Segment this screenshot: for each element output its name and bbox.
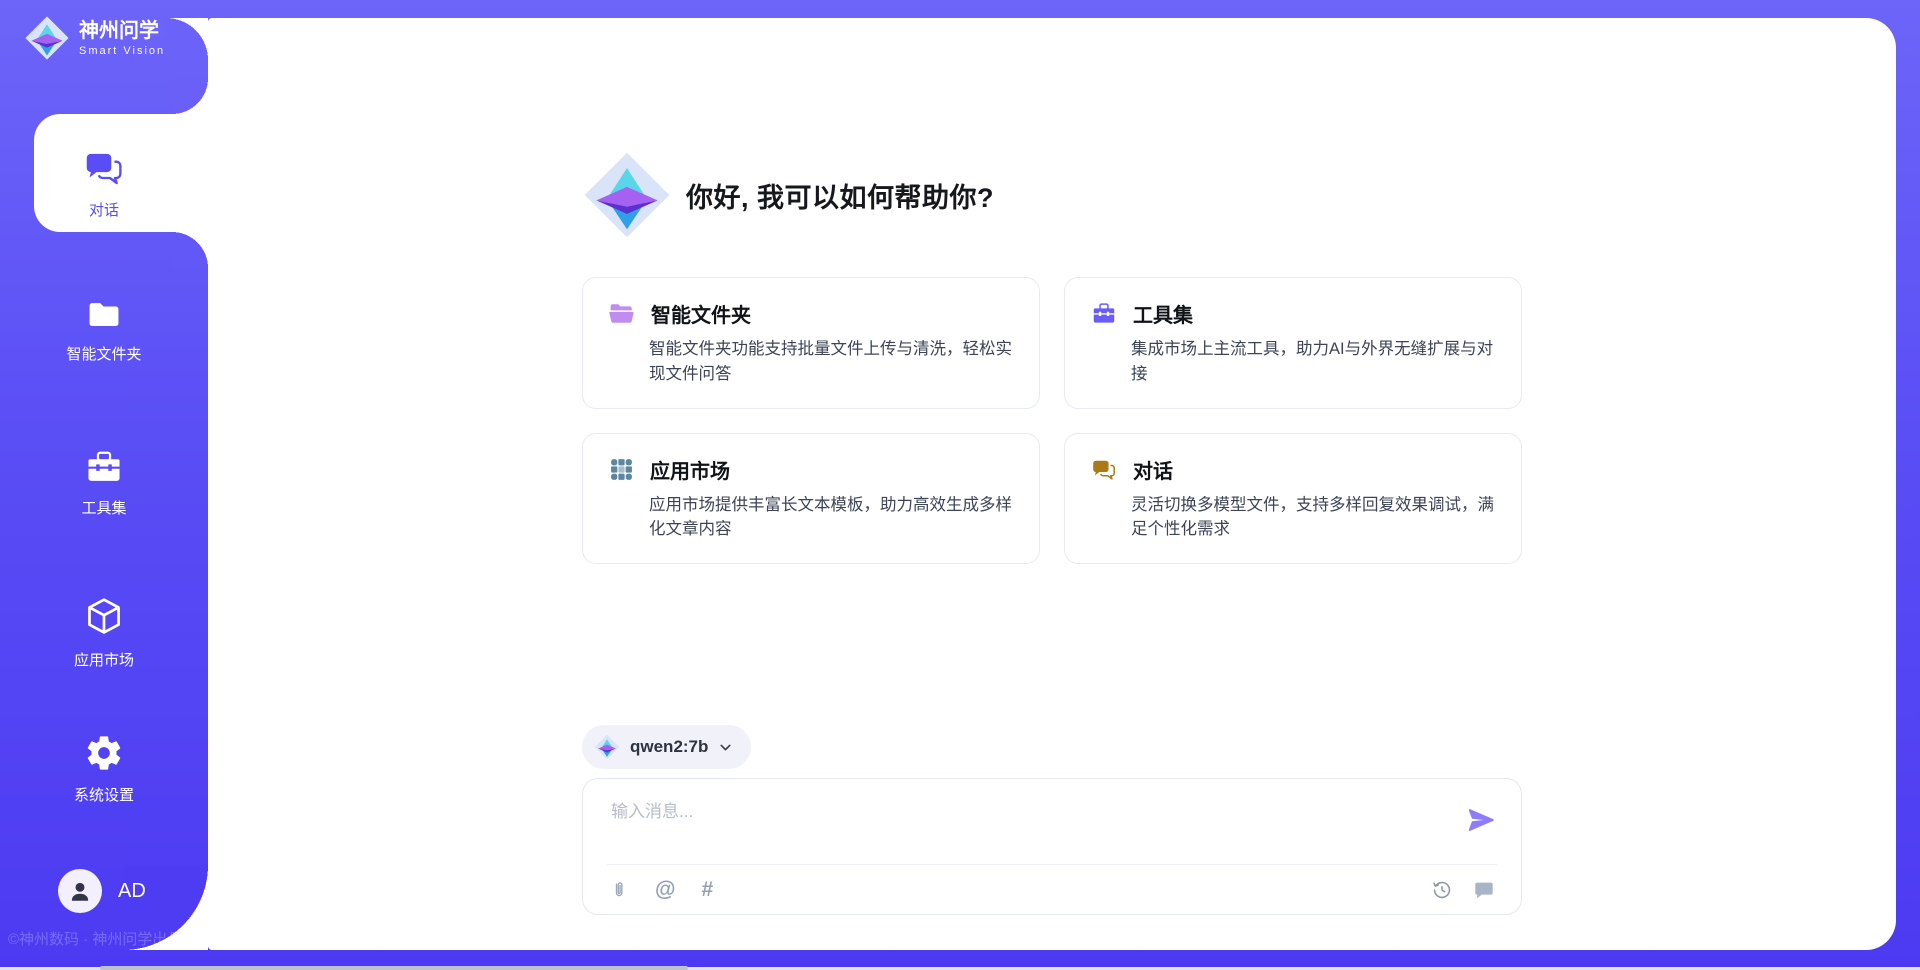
topic-button[interactable]: # (701, 879, 713, 900)
sidebar-item-label: 系统设置 (6, 784, 202, 805)
at-icon: @ (655, 879, 675, 900)
chat-icon (83, 148, 125, 188)
horizontal-scrollbar[interactable] (100, 966, 688, 970)
history-button[interactable] (1431, 879, 1453, 901)
paperclip-icon (609, 878, 629, 902)
brand: 神州问学 Smart Vision (24, 15, 165, 61)
toolbox-icon (84, 448, 124, 486)
card-title: 应用市场 (650, 455, 730, 484)
chevron-down-icon (718, 740, 733, 755)
brand-name: 神州问学 (79, 20, 165, 43)
sidebar: 神州问学 Smart Vision 对话 智能文件夹 工具集 (0, 0, 208, 970)
card-description: 智能文件夹功能支持批量文件上传与清洗，轻松实现文件问答 (649, 337, 1013, 387)
sidebar-item-toolset[interactable]: 工具集 (6, 448, 202, 518)
sidebar-item-label: 工具集 (6, 497, 202, 518)
card-app-market[interactable]: 应用市场 应用市场提供丰富长文本模板，助力高效生成多样化文章内容 (582, 433, 1040, 565)
send-icon (1466, 805, 1496, 835)
avatar (58, 869, 102, 913)
card-title: 工具集 (1133, 299, 1193, 328)
card-smart-folder[interactable]: 智能文件夹 智能文件夹功能支持批量文件上传与清洗，轻松实现文件问答 (582, 277, 1040, 409)
history-icon (1431, 879, 1453, 901)
chat-bubble-icon (1473, 879, 1495, 901)
new-chat-button[interactable] (1473, 879, 1495, 901)
sidebar-item-label: 智能文件夹 (6, 343, 202, 364)
brand-logo-icon (24, 15, 70, 61)
sidebar-footer: ©神州数码 · 神州问学出品 (8, 928, 182, 949)
main-content: 你好, 我可以如何帮助你? 智能文件夹 智能文件夹功能支持批量文件上传与清洗，轻… (582, 18, 1522, 915)
user-profile[interactable]: AD (58, 869, 146, 913)
sidebar-item-smart-folder[interactable]: 智能文件夹 (6, 298, 202, 364)
brand-subtitle: Smart Vision (79, 45, 165, 57)
greeting-title: 你好, 我可以如何帮助你? (686, 176, 994, 215)
user-initials: AD (118, 880, 146, 903)
logo-diamond-icon (582, 150, 672, 240)
card-toolset[interactable]: 工具集 集成市场上主流工具，助力AI与外界无缝扩展与对接 (1064, 277, 1522, 409)
sidebar-item-label: 应用市场 (6, 649, 202, 670)
folder-icon (85, 298, 123, 332)
model-name: qwen2:7b (630, 737, 708, 757)
sidebar-item-app-market[interactable]: 应用市场 (6, 596, 202, 670)
send-button[interactable] (1465, 805, 1497, 837)
model-selector[interactable]: qwen2:7b (582, 725, 751, 769)
hash-icon: # (701, 879, 713, 900)
message-composer: @ # (582, 778, 1522, 915)
cube-icon (84, 596, 124, 638)
card-title: 智能文件夹 (651, 299, 751, 328)
gear-icon (84, 733, 124, 773)
sidebar-item-chat[interactable]: 对话 (6, 148, 202, 220)
mention-button[interactable]: @ (655, 879, 675, 900)
card-description: 应用市场提供丰富长文本模板，助力高效生成多样化文章内容 (649, 493, 1013, 543)
apps-grid-icon (609, 457, 634, 482)
card-description: 灵活切换多模型文件，支持多样回复效果调试，满足个性化需求 (1131, 493, 1495, 543)
attach-file-button[interactable] (609, 878, 629, 902)
chat-icon (1091, 457, 1117, 482)
card-chat[interactable]: 对话 灵活切换多模型文件，支持多样回复效果调试，满足个性化需求 (1064, 433, 1522, 565)
sidebar-item-settings[interactable]: 系统设置 (6, 733, 202, 805)
person-icon (67, 878, 93, 904)
logo-diamond-icon (594, 734, 620, 760)
message-input[interactable] (609, 795, 1441, 860)
folder-open-icon (609, 302, 635, 326)
toolbox-icon (1091, 301, 1117, 326)
card-description: 集成市场上主流工具，助力AI与外界无缝扩展与对接 (1131, 337, 1495, 387)
shortcut-cards: 智能文件夹 智能文件夹功能支持批量文件上传与清洗，轻松实现文件问答 工具集 集成… (582, 277, 1522, 564)
greeting: 你好, 我可以如何帮助你? (582, 150, 1522, 240)
card-title: 对话 (1133, 455, 1173, 484)
sidebar-item-label: 对话 (6, 199, 202, 220)
